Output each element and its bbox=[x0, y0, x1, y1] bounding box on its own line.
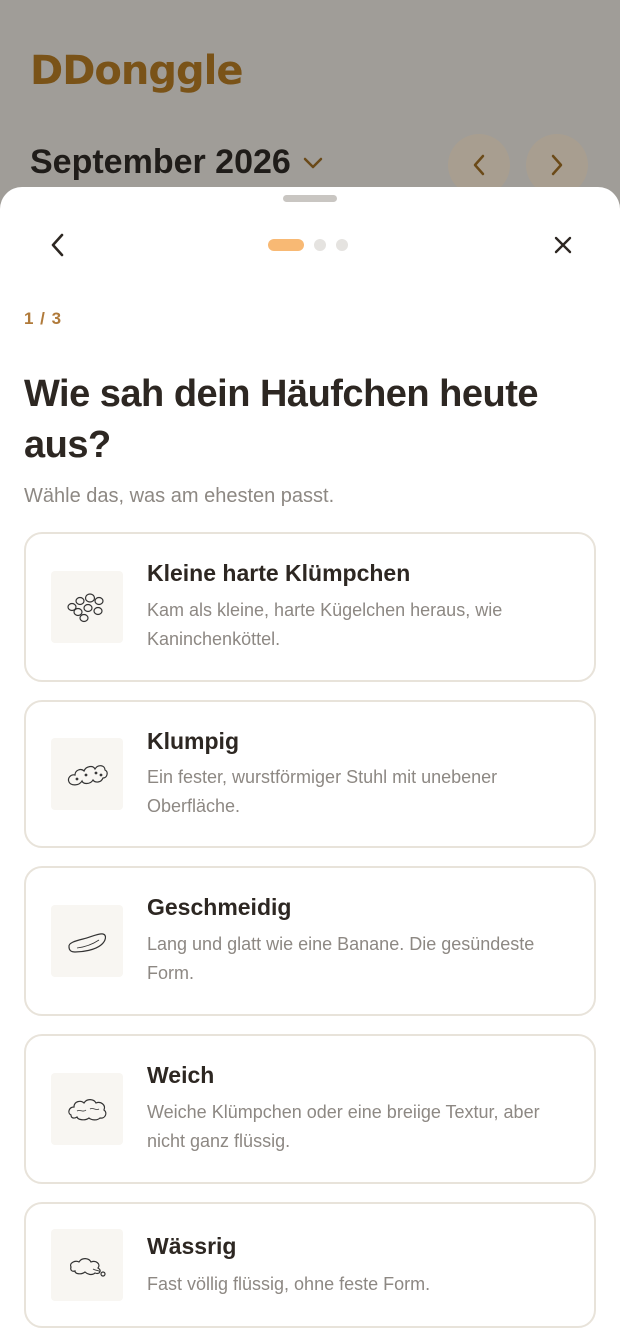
app-logo: DDonggle bbox=[30, 48, 243, 94]
close-button[interactable] bbox=[543, 225, 583, 265]
question-subtitle: Wähle das, was am ehesten passt. bbox=[24, 485, 335, 507]
option-card-small-hard-lumps[interactable]: Kleine harte Klümpchen Kam als kleine, h… bbox=[24, 532, 596, 682]
option-title: Geschmeidig bbox=[147, 894, 292, 920]
sheet-grabber[interactable] bbox=[283, 195, 337, 202]
month-label: September 2026 bbox=[30, 143, 291, 181]
option-card-lumpy[interactable]: Klumpig Ein fester, wurstförmiger Stuhl … bbox=[24, 700, 596, 848]
option-description: Fast völlig flüssig, ohne feste Form. bbox=[147, 1274, 431, 1294]
close-icon bbox=[554, 236, 572, 254]
option-title: Weich bbox=[147, 1062, 215, 1088]
progress-dot bbox=[314, 239, 326, 251]
chevron-left-icon bbox=[51, 233, 64, 257]
option-card-watery[interactable]: Wässrig Fast völlig flüssig, ohne feste … bbox=[24, 1202, 596, 1328]
sheet-header bbox=[0, 217, 620, 273]
chevron-down-icon bbox=[303, 152, 323, 175]
option-title: Klumpig bbox=[147, 728, 239, 754]
pellets-icon bbox=[51, 571, 123, 643]
option-card-smooth[interactable]: Geschmeidig Lang und glatt wie eine Bana… bbox=[24, 866, 596, 1016]
month-selector: September 2026 bbox=[30, 143, 323, 182]
bottom-sheet: 1 / 3 Wie sah dein Häufchen heute aus? W… bbox=[0, 187, 620, 1342]
progress-dots bbox=[268, 239, 348, 251]
option-description: Lang und glatt wie eine Banane. Die gesü… bbox=[147, 934, 535, 983]
option-card-soft[interactable]: Weich Weiche Klümpchen oder eine breiige… bbox=[24, 1034, 596, 1184]
soft-blob-icon bbox=[51, 1073, 123, 1145]
chevron-right-icon bbox=[551, 154, 563, 176]
option-description: Kam als kleine, harte Kügelchen heraus, … bbox=[147, 600, 503, 649]
watery-puddle-icon bbox=[51, 1229, 123, 1301]
option-description: Ein fester, wurstförmiger Stuhl mit uneb… bbox=[147, 767, 498, 816]
question-title: Wie sah dein Häufchen heute aus? bbox=[24, 373, 539, 466]
option-description: Weiche Klümpchen oder eine breiige Textu… bbox=[147, 1102, 540, 1151]
option-title: Kleine harte Klümpchen bbox=[147, 560, 411, 586]
lumpy-log-icon bbox=[51, 738, 123, 810]
chevron-left-icon bbox=[473, 154, 485, 176]
option-title: Wässrig bbox=[147, 1233, 237, 1259]
step-indicator: 1 / 3 bbox=[24, 309, 63, 328]
back-button[interactable] bbox=[37, 225, 77, 265]
progress-dot bbox=[336, 239, 348, 251]
smooth-banana-icon bbox=[51, 905, 123, 977]
progress-dot-active bbox=[268, 239, 304, 251]
